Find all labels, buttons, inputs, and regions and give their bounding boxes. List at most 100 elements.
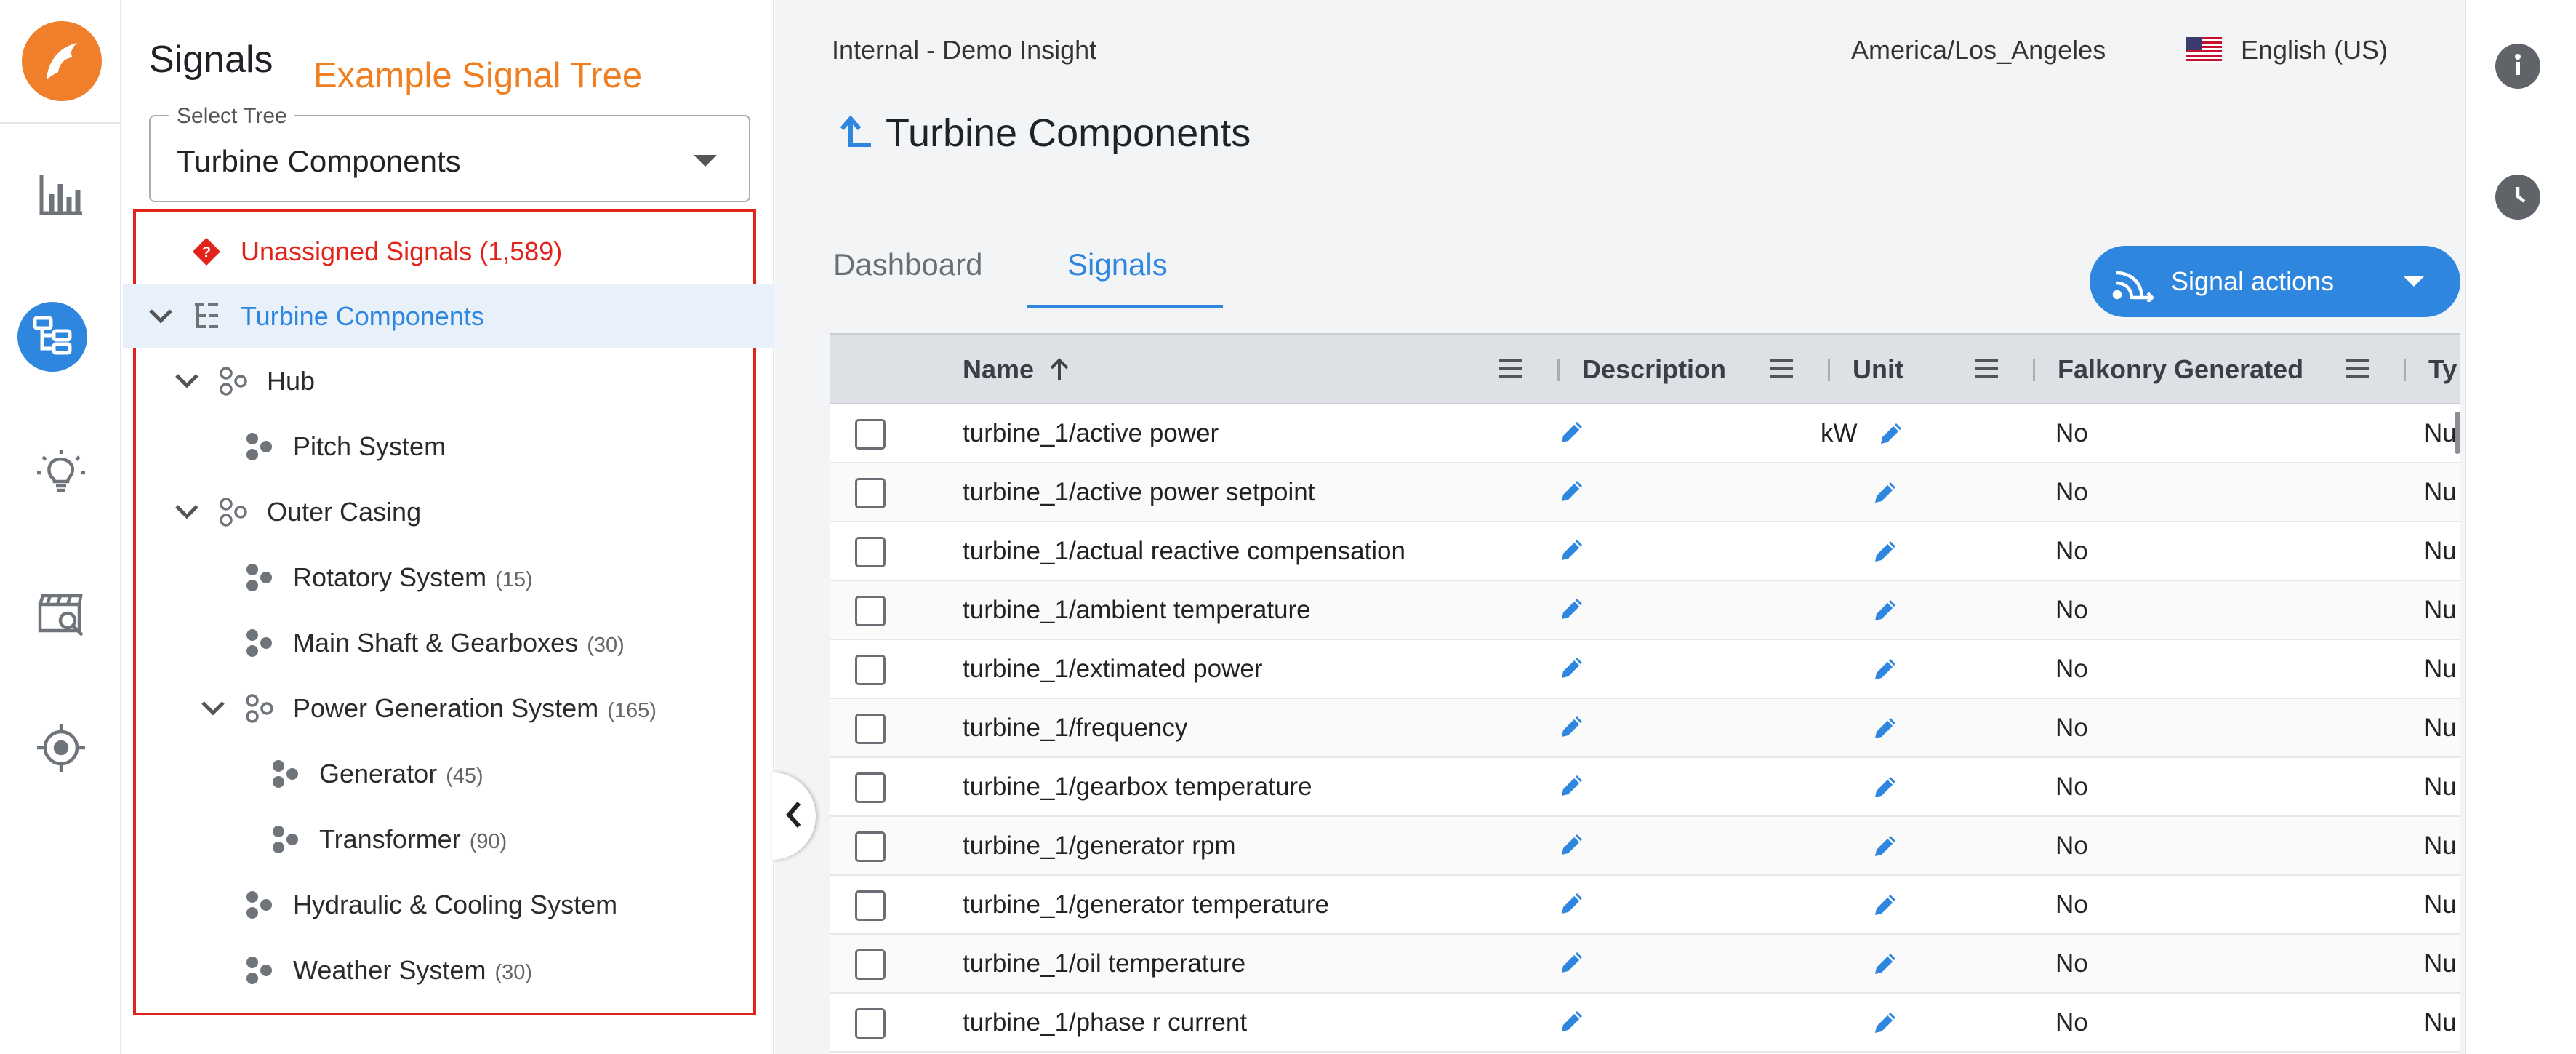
column-menu-icon[interactable]	[1499, 359, 1522, 378]
edit-description-icon[interactable]	[1557, 535, 1589, 567]
edit-description-icon[interactable]	[1557, 948, 1589, 980]
column-header-unit[interactable]: Unit	[1853, 335, 1903, 404]
column-divider[interactable]	[1828, 359, 1830, 381]
edit-description-icon[interactable]	[1557, 653, 1589, 685]
table-row[interactable]: turbine_1/oil temperature No Nu	[830, 935, 2460, 994]
table-row[interactable]: turbine_1/gearbox temperature No Nu	[830, 758, 2460, 817]
column-divider[interactable]	[1557, 359, 1560, 381]
signal-name-cell: turbine_1/frequency	[963, 714, 1188, 742]
edit-description-icon[interactable]	[1557, 830, 1589, 862]
chevron-down-icon[interactable]	[145, 300, 177, 332]
edit-description-icon[interactable]	[1557, 771, 1589, 803]
tree-node-pitch-system[interactable]: Pitch System	[123, 415, 775, 479]
falkonry-logo-icon[interactable]	[22, 21, 102, 101]
insights-nav-button[interactable]	[19, 433, 103, 517]
table-row[interactable]: turbine_1/ambient temperature No Nu	[830, 581, 2460, 640]
tree-node-text: Rotatory System (15)	[293, 562, 533, 593]
select-tree-dropdown[interactable]: Select Tree Turbine Components	[149, 104, 750, 202]
table-row[interactable]: turbine_1/generator rpm No Nu	[830, 817, 2460, 876]
row-checkbox[interactable]	[855, 596, 886, 626]
table-row[interactable]: turbine_1/active power setpoint No Nu	[830, 463, 2460, 522]
edit-unit-icon[interactable]	[1871, 890, 1900, 919]
edit-unit-icon[interactable]	[1871, 596, 1900, 625]
row-checkbox[interactable]	[855, 831, 886, 862]
level-up-icon[interactable]	[832, 113, 872, 153]
chevron-down-icon[interactable]	[171, 365, 203, 397]
edit-unit-icon[interactable]	[1871, 949, 1900, 978]
tree-node-outer-casing[interactable]: Outer Casing	[123, 480, 775, 544]
table-row[interactable]: turbine_1/extimated power No Nu	[830, 640, 2460, 699]
column-header-name[interactable]: Name	[963, 335, 1070, 404]
tab-dashboard[interactable]: Dashboard	[833, 247, 1000, 308]
column-header-falkonry-generated[interactable]: Falkonry Generated	[2058, 335, 2303, 404]
tab-signals[interactable]: Signals	[1027, 247, 1223, 308]
edit-unit-icon[interactable]	[1871, 537, 1900, 566]
tree-node-weather-system[interactable]: Weather System (30)	[123, 938, 775, 1002]
unit-cell	[1852, 771, 1900, 803]
edit-unit-icon[interactable]	[1871, 655, 1900, 684]
info-button[interactable]	[2495, 44, 2540, 89]
edit-unit-icon[interactable]	[1871, 478, 1900, 507]
edit-unit-icon[interactable]	[1877, 419, 1906, 448]
tree-node-turbine-components[interactable]: Turbine Components	[123, 284, 775, 348]
sort-ascending-icon[interactable]	[1048, 357, 1070, 382]
edit-description-icon[interactable]	[1557, 1007, 1589, 1039]
chevron-down-icon[interactable]	[171, 496, 203, 528]
row-checkbox[interactable]	[855, 714, 886, 744]
tree-node-transformer[interactable]: Transformer (90)	[123, 807, 775, 871]
edit-description-icon[interactable]	[1557, 712, 1589, 744]
tree-node-main-shaft[interactable]: Main Shaft & Gearboxes (30)	[123, 611, 775, 675]
falkonry-generated-cell: No	[2055, 1008, 2088, 1037]
analytics-nav-button[interactable]	[19, 153, 103, 237]
row-checkbox[interactable]	[855, 890, 886, 921]
edit-unit-icon[interactable]	[1871, 772, 1900, 802]
tree-node-unassigned[interactable]: ? Unassigned Signals (1,589)	[123, 220, 775, 284]
edit-unit-icon[interactable]	[1871, 831, 1900, 861]
edit-unit-icon[interactable]	[1871, 1008, 1900, 1037]
edit-description-icon[interactable]	[1557, 594, 1589, 626]
table-row[interactable]: turbine_1/active power kW No Nu	[830, 404, 2460, 463]
workspace-name[interactable]: Internal - Demo Insight	[832, 35, 1096, 65]
column-divider[interactable]	[2404, 359, 2406, 381]
row-checkbox[interactable]	[855, 419, 886, 450]
column-menu-icon[interactable]	[1975, 359, 1998, 378]
timezone-selector[interactable]: America/Los_Angeles	[1851, 35, 2106, 65]
row-checkbox[interactable]	[855, 655, 886, 685]
edit-description-icon[interactable]	[1557, 418, 1589, 450]
leaf-node-icon	[242, 626, 276, 660]
column-header-description[interactable]: Description	[1582, 335, 1726, 404]
column-divider[interactable]	[2033, 359, 2035, 381]
signal-actions-button[interactable]: Signal actions	[2090, 246, 2460, 317]
language-selector[interactable]: English (US)	[2186, 35, 2388, 65]
table-row[interactable]: turbine_1/phase r current No Nu	[830, 994, 2460, 1053]
row-checkbox[interactable]	[855, 478, 886, 508]
tree-node-hub[interactable]: Hub	[123, 349, 775, 413]
table-row[interactable]: turbine_1/frequency No Nu	[830, 699, 2460, 758]
targets-nav-button[interactable]	[19, 707, 103, 791]
table-row[interactable]: turbine_1/generator temperature No Nu	[830, 876, 2460, 935]
column-menu-icon[interactable]	[2346, 359, 2369, 378]
explorer-nav-button[interactable]	[19, 573, 103, 658]
tree-node-hydraulic-cooling[interactable]: Hydraulic & Cooling System	[123, 873, 775, 937]
edit-unit-icon[interactable]	[1871, 714, 1900, 743]
type-cell: Nu	[2424, 890, 2457, 919]
column-header-type[interactable]: Ty	[2428, 335, 2457, 404]
row-checkbox[interactable]	[855, 537, 886, 567]
chevron-down-icon[interactable]	[197, 692, 229, 724]
row-checkbox[interactable]	[855, 772, 886, 803]
grid-scrollbar[interactable]	[2455, 412, 2460, 454]
tree-node-generator[interactable]: Generator (45)	[123, 742, 775, 806]
edit-description-icon[interactable]	[1557, 476, 1589, 508]
tree-node-power-generation[interactable]: Power Generation System (165)	[123, 676, 775, 740]
unit-cell	[1852, 830, 1900, 862]
signal-tree-nav-button[interactable]	[17, 302, 87, 372]
table-row[interactable]: turbine_1/actual reactive compensation No…	[830, 522, 2460, 581]
tree-node-rotatory-system[interactable]: Rotatory System (15)	[123, 546, 775, 610]
chevron-left-icon	[785, 800, 803, 833]
column-menu-icon[interactable]	[1770, 359, 1793, 378]
lightbulb-icon	[36, 448, 87, 503]
history-button[interactable]	[2495, 175, 2540, 220]
row-checkbox[interactable]	[855, 1008, 886, 1039]
edit-description-icon[interactable]	[1557, 889, 1589, 921]
row-checkbox[interactable]	[855, 949, 886, 980]
